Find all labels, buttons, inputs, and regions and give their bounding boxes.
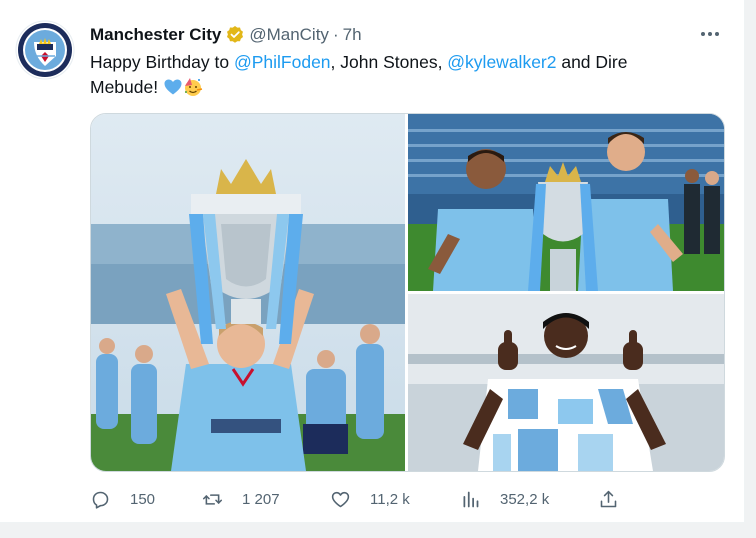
- author-handle[interactable]: @ManCity: [249, 25, 329, 45]
- trophy-celebration-image: [91, 114, 405, 471]
- reply-button[interactable]: 150: [90, 484, 155, 514]
- view-count: 352,2 k: [500, 490, 550, 508]
- share-icon: [600, 490, 617, 507]
- blue-heart-icon: [164, 79, 182, 95]
- club-crest-icon: [15, 20, 75, 80]
- reply-count: 150: [130, 490, 156, 508]
- retweet-count: 1 207: [242, 490, 280, 508]
- media-grid: [90, 113, 725, 472]
- analytics-bars-icon: [463, 491, 479, 507]
- tweet-actions: 150 1 207 11,2 k 352,2 k: [90, 484, 630, 514]
- players-trophy-image: [408, 114, 724, 291]
- share-button[interactable]: [598, 484, 619, 514]
- retweet-icon: [202, 493, 223, 505]
- heart-icon: [331, 491, 350, 507]
- mention-link[interactable]: @kylewalker2: [447, 52, 556, 72]
- reply-icon: [92, 491, 109, 509]
- photo-mebude-thumbs-up[interactable]: [408, 294, 724, 471]
- tweet-card[interactable]: Manchester City @ManCity · 7h Happy Birt…: [0, 0, 745, 523]
- photo-walker-stones-trophy[interactable]: [408, 114, 724, 291]
- tweet-header: Manchester City @ManCity · 7h: [90, 22, 724, 48]
- retweet-button[interactable]: 1 207: [202, 484, 280, 514]
- like-button[interactable]: 11,2 k: [330, 484, 410, 514]
- views-button[interactable]: 352,2 k: [460, 484, 549, 514]
- verified-badge-icon: [227, 26, 244, 43]
- avatar[interactable]: [15, 20, 75, 80]
- player-thumbs-up-image: [408, 294, 724, 471]
- timestamp[interactable]: 7h: [343, 25, 362, 45]
- mention-link[interactable]: @PhilFoden: [234, 52, 331, 72]
- separator-dot: ·: [332, 25, 339, 44]
- more-options-icon[interactable]: [698, 24, 722, 44]
- photo-foden-trophy[interactable]: [91, 114, 405, 471]
- tweet-text-middle: , John Stones,: [330, 52, 448, 72]
- tweet-text-prefix: Happy Birthday to: [90, 52, 234, 72]
- tweet-text: Happy Birthday to @PhilFoden, John Stone…: [90, 50, 690, 100]
- like-count: 11,2 k: [370, 490, 410, 508]
- party-face-icon: [184, 78, 203, 96]
- author-name[interactable]: Manchester City: [90, 25, 221, 45]
